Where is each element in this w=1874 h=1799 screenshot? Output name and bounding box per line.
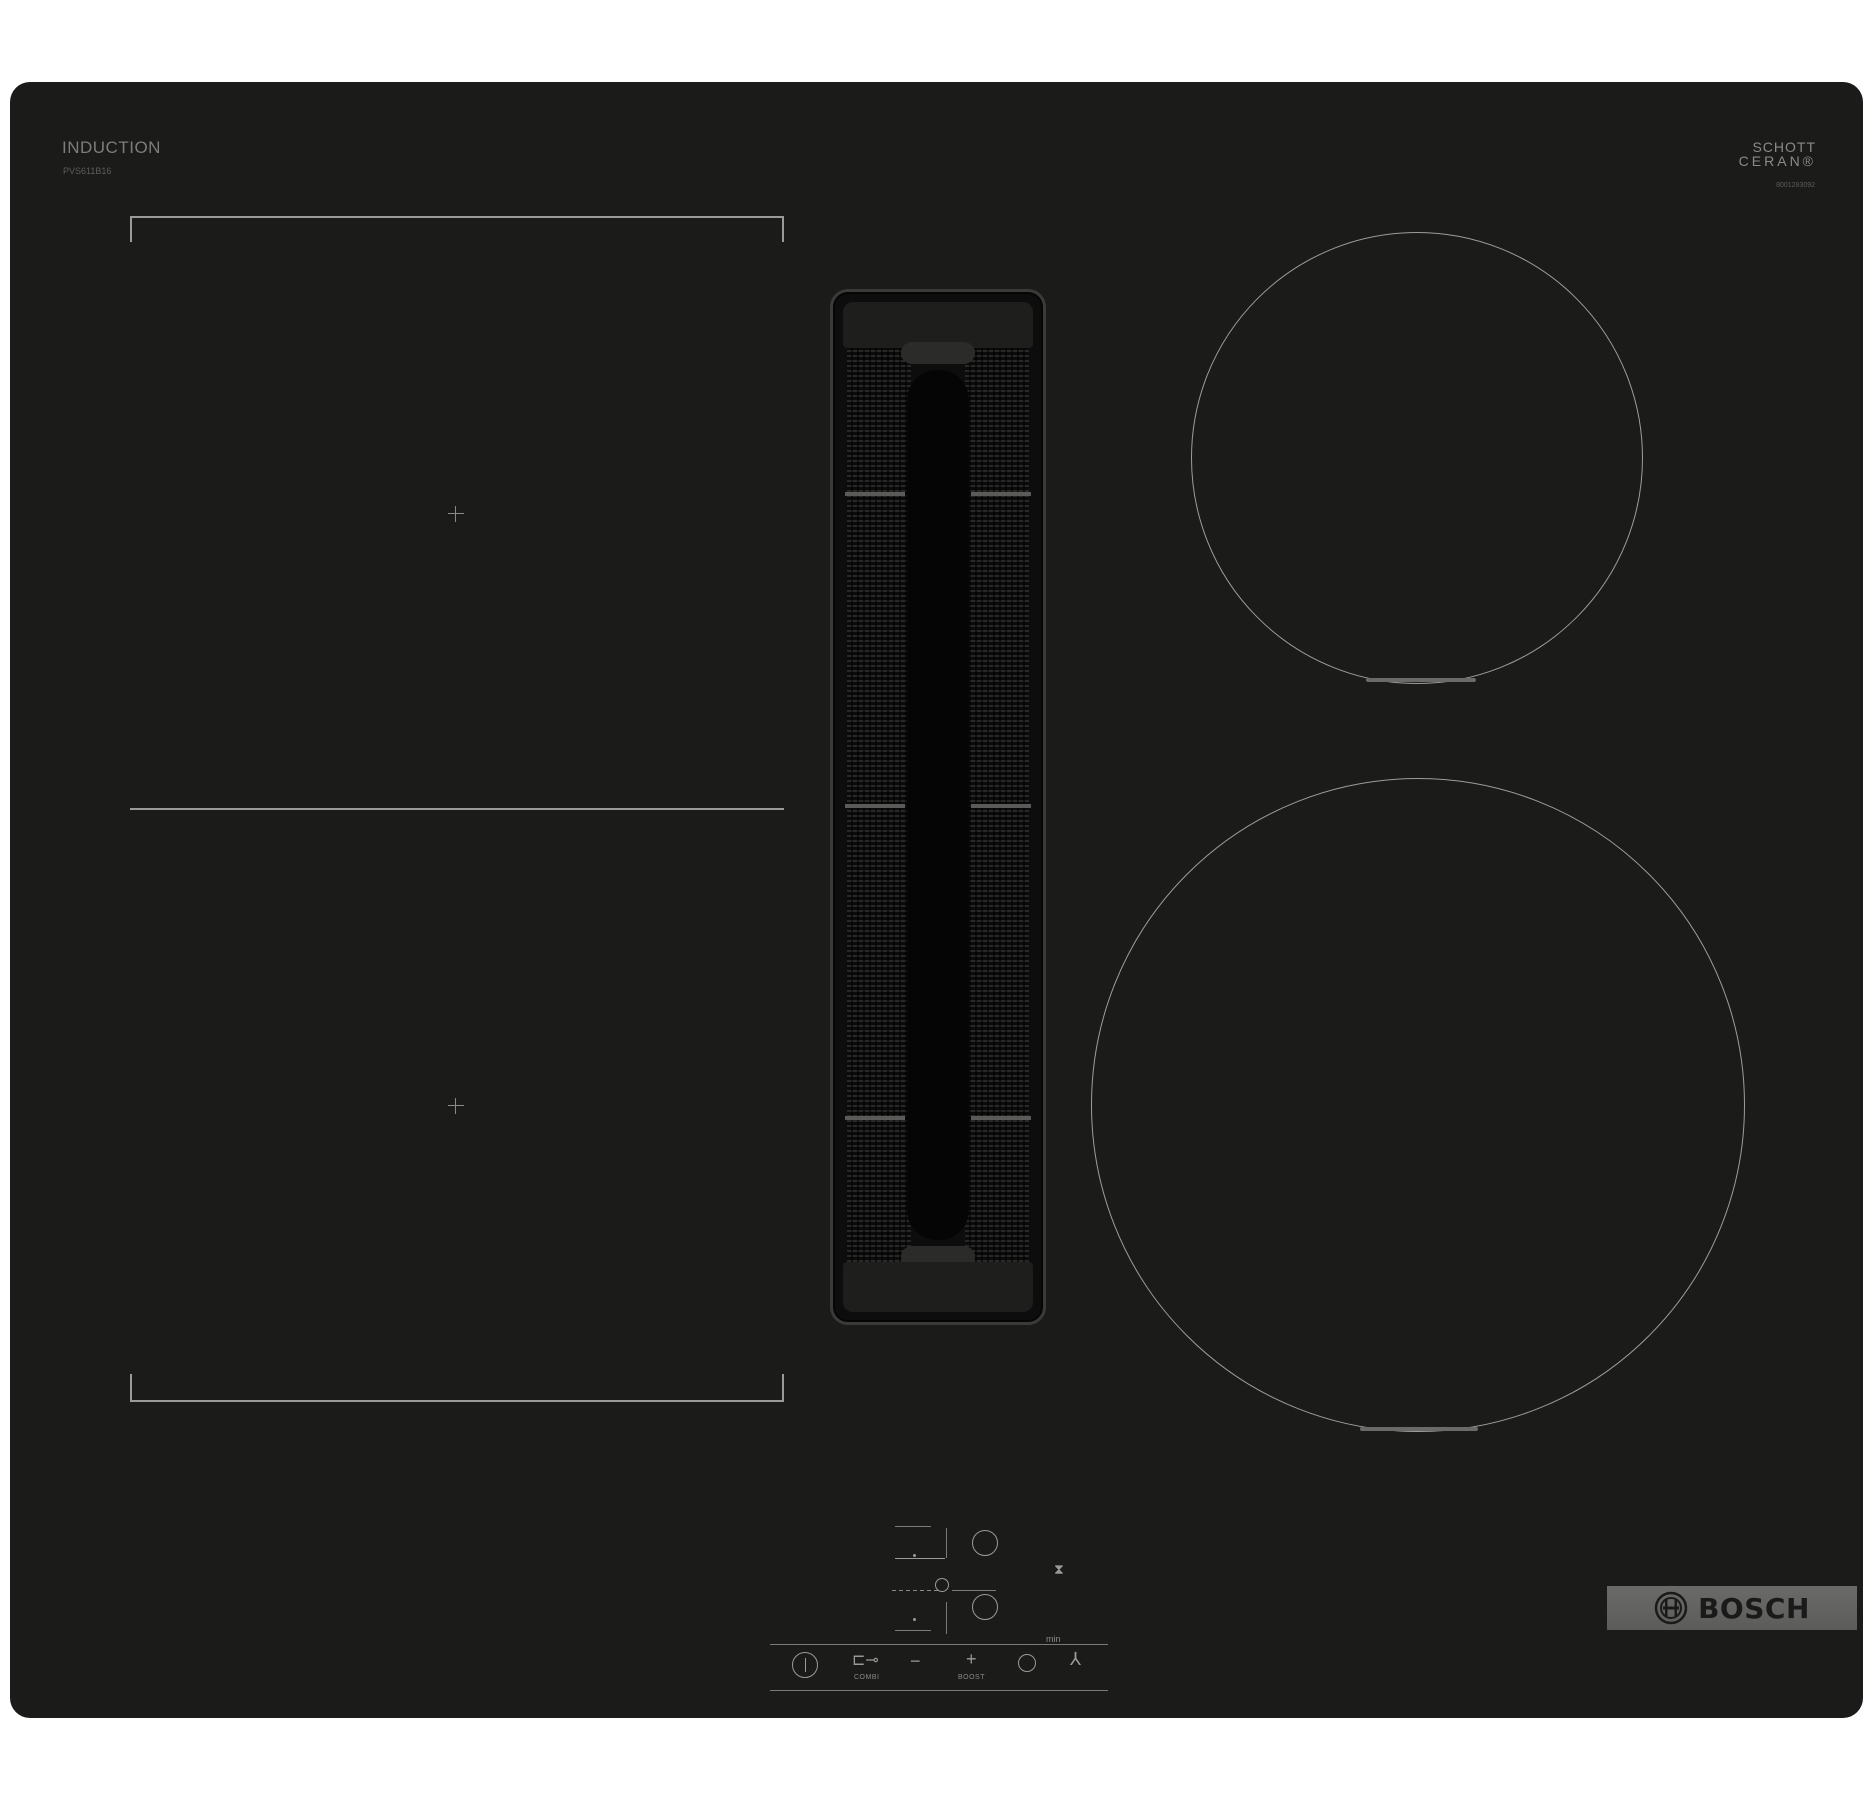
clock-icon[interactable] [1018, 1654, 1036, 1672]
zone-select-vline [946, 1528, 947, 1558]
cooking-zone-large [1091, 778, 1745, 1432]
serial-number: 8001283092 [1776, 182, 1815, 189]
zone-indicator-dot [913, 1554, 916, 1557]
zone-center-mark-bottom [448, 1098, 464, 1114]
control-row-bottom-line [770, 1690, 1108, 1691]
glass-brand-line2: CERAN® [1738, 153, 1816, 169]
grille-divider [845, 492, 905, 496]
brand-name: BOSCH [1698, 1591, 1810, 1625]
control-row-top-line [770, 1644, 1108, 1645]
zone-top-edge [130, 216, 784, 218]
glass-brand-line1: SCHOTT [1752, 139, 1816, 155]
zone-divider [130, 808, 784, 810]
zone-select-top-line [895, 1526, 931, 1527]
dashed-line [892, 1590, 940, 1591]
grille-divider [845, 804, 905, 808]
boost-label: BOOST [958, 1674, 986, 1681]
rear-zone-select-button[interactable] [972, 1594, 998, 1620]
technology-label: INDUCTION [62, 138, 161, 157]
brand-logo-plate: BOSCH [1607, 1586, 1857, 1630]
zone-center-mark-top [448, 506, 464, 522]
zone-select-line [895, 1558, 945, 1559]
minus-icon[interactable]: − [910, 1652, 921, 1670]
vent-handle[interactable] [907, 370, 969, 1240]
timer-line [952, 1590, 996, 1591]
bosch-logo-icon [1654, 1591, 1688, 1625]
vent-handle-top-cap [901, 342, 975, 364]
fan-icon[interactable]: ⅄ [1070, 1650, 1081, 1668]
control-row: ⊏⊸ COMBI − + BOOST ⅄ [770, 1644, 1120, 1694]
key-lock-icon[interactable]: ⊏⊸ [852, 1652, 879, 1670]
plus-icon[interactable]: + [966, 1650, 977, 1668]
zone-select-bottom-line [895, 1630, 931, 1631]
glass-brand: SCHOTT CERAN® [1739, 140, 1816, 168]
zone-timer-icon[interactable] [935, 1578, 949, 1592]
model-number: PVS611B16 [63, 166, 112, 176]
zone-top-left-tick [130, 216, 132, 242]
zone-marker-large [1360, 1427, 1478, 1431]
grille-divider [845, 1116, 905, 1120]
downdraft-vent[interactable] [830, 289, 1046, 1325]
touch-control-panel: ⧗ min [770, 1472, 1120, 1644]
zone-bottom-right-tick [782, 1374, 784, 1401]
front-zone-select-button[interactable] [972, 1530, 998, 1556]
grille-divider [971, 492, 1031, 496]
zone-top-right-tick [782, 216, 784, 242]
cooking-zone-small [1191, 232, 1643, 684]
timer-unit-label: min [1046, 1634, 1061, 1644]
zone-select-vline [946, 1602, 947, 1634]
grille-divider [971, 1116, 1031, 1120]
induction-hob: INDUCTION PVS611B16 SCHOTT CERAN® 800128… [10, 82, 1863, 1718]
hourglass-icon[interactable]: ⧗ [1054, 1560, 1064, 1578]
zone-bottom-edge [130, 1400, 784, 1402]
combi-label: COMBI [854, 1674, 880, 1681]
power-icon-bar [805, 1658, 806, 1672]
vent-bottom-cap [843, 1262, 1033, 1312]
grille-divider [971, 804, 1031, 808]
zone-indicator-dot [913, 1618, 916, 1621]
zone-marker-small [1366, 678, 1476, 682]
zone-bottom-left-tick [130, 1374, 132, 1401]
